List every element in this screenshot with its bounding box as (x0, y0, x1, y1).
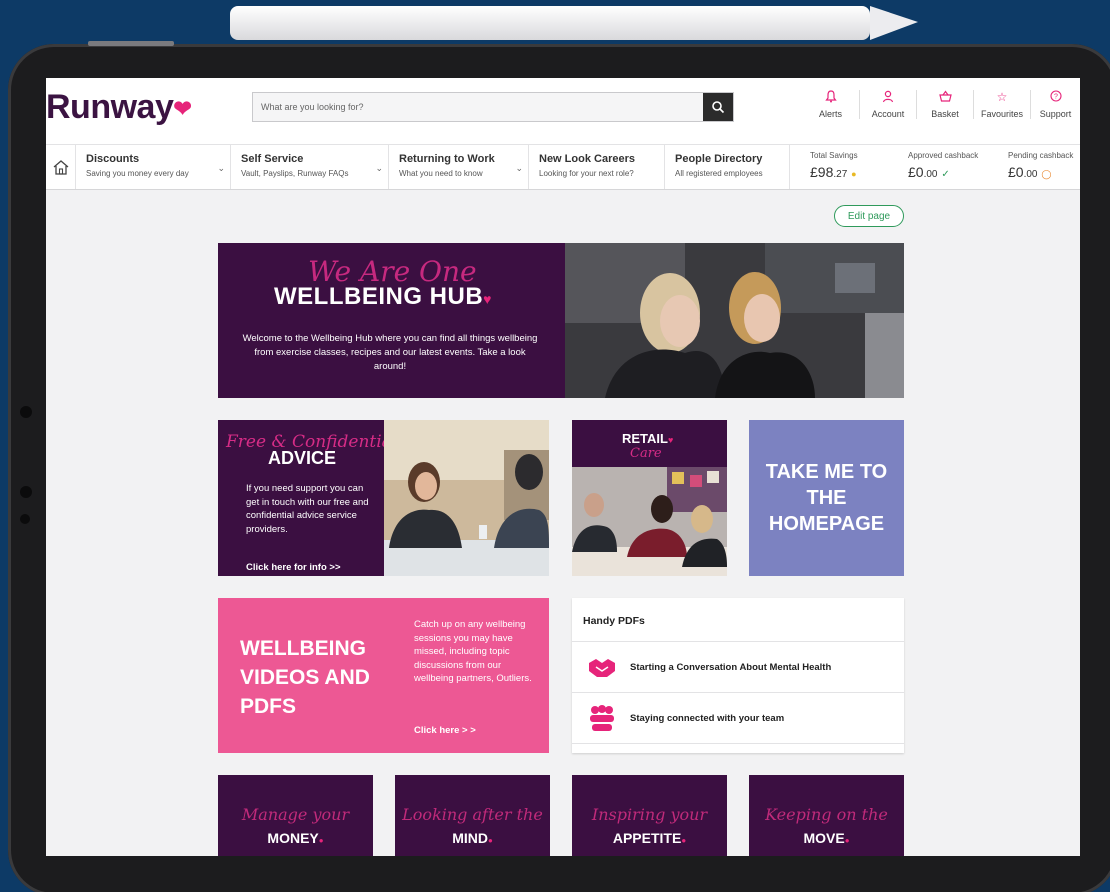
clock-icon: ◯ (1041, 169, 1052, 179)
search-button[interactable] (703, 93, 733, 121)
edit-page-button[interactable]: Edit page (834, 205, 904, 227)
approved-cashback[interactable]: Approved cashback £0.00 ✓ (900, 145, 1000, 189)
nav-returning-to-work[interactable]: Returning to Work What you need to know … (389, 145, 529, 189)
hero-photo (565, 243, 904, 398)
camera-dot (20, 514, 30, 524)
total-savings[interactable]: Total Savings £98.27 ● (802, 145, 900, 189)
camera-dot (20, 406, 32, 418)
svg-text:?: ? (1054, 94, 1058, 101)
appetite-tile[interactable]: Inspiring your APPETITE● (572, 775, 727, 856)
help-icon: ? (1049, 90, 1062, 106)
mind-tile[interactable]: Looking after the MIND● (395, 775, 550, 856)
support-button[interactable]: ? Support (1030, 90, 1080, 119)
bell-icon (824, 90, 837, 106)
runway-logo[interactable]: Runway❤ (46, 88, 192, 127)
home-button[interactable] (46, 145, 76, 189)
nav-discounts[interactable]: Discounts Saving you money every day ⌄ (76, 145, 231, 189)
nav-self-service[interactable]: Self Service Vault, Payslips, Runway FAQ… (231, 145, 389, 189)
check-circle-icon: ✓ (941, 169, 950, 180)
coins-icon: ● (851, 169, 857, 179)
header-actions: Alerts Account Basket ☆ Favourites ? Sup… (802, 90, 1080, 119)
pdf-link-mental-health[interactable]: Starting a Conversation About Mental Hea… (572, 642, 904, 693)
user-icon (882, 90, 894, 106)
videos-click-here-link[interactable]: Click here > > (414, 725, 476, 736)
apple-pencil (230, 6, 918, 40)
screen: Runway❤ Alerts Account (46, 78, 1080, 856)
advice-tile[interactable]: Free & Confidential ADVICE If you need s… (218, 420, 549, 576)
account-button[interactable]: Account (859, 90, 916, 119)
heart-icon: ♥ (667, 435, 674, 445)
heart-icon: ❤ (173, 96, 192, 122)
retail-photo (572, 467, 727, 576)
home-icon (53, 160, 68, 175)
chevron-down-icon: ⌄ (217, 163, 225, 173)
move-tile[interactable]: Keeping on the MOVE● (749, 775, 904, 856)
retail-care-tile[interactable]: RETAIL♥ Care (572, 420, 727, 576)
wellbeing-videos-tile[interactable]: WELLBEING VIDEOS AND PDFS Catch up on an… (218, 598, 549, 753)
alerts-button[interactable]: Alerts (802, 90, 859, 119)
team-icon (586, 704, 618, 732)
nav-people-directory[interactable]: People Directory All registered employee… (665, 145, 790, 189)
handshake-icon (586, 653, 618, 681)
manage-money-tile[interactable]: Manage your MONEY● (218, 775, 373, 856)
pending-cashback[interactable]: Pending cashback £0.00 ◯ (1000, 145, 1080, 189)
basket-button[interactable]: Basket (916, 90, 973, 119)
advice-info-link[interactable]: Click here for info >> (246, 562, 341, 573)
homepage-tile[interactable]: TAKE ME TO THE HOMEPAGE (749, 420, 904, 576)
chevron-down-icon: ⌄ (515, 163, 523, 173)
handy-pdfs-panel: Handy PDFs Starting a Conversation About… (572, 598, 904, 753)
handy-pdfs-title: Handy PDFs (572, 598, 904, 642)
pdf-link-team[interactable]: Staying connected with your team (572, 693, 904, 744)
wellbeing-hub-banner[interactable]: We Are One WELLBEING HUB♥ Welcome to the… (218, 243, 904, 398)
savings-summary: Total Savings £98.27 ● Approved cashback… (802, 145, 1080, 189)
site-header: Runway❤ Alerts Account (46, 78, 1080, 144)
star-icon: ☆ (996, 90, 1008, 104)
chevron-down-icon: ⌄ (375, 163, 383, 173)
tablet-top-button (88, 41, 174, 46)
main-nav: Discounts Saving you money every day ⌄ S… (46, 144, 1080, 190)
basket-icon (938, 90, 952, 106)
favourites-button[interactable]: ☆ Favourites (973, 90, 1030, 119)
search-bar (252, 92, 734, 122)
search-input[interactable] (253, 93, 693, 121)
camera-dot (20, 486, 32, 498)
advice-photo (384, 420, 549, 576)
search-icon (712, 101, 725, 114)
nav-new-look-careers[interactable]: New Look Careers Looking for your next r… (529, 145, 665, 189)
heart-icon: ♥ (483, 291, 492, 307)
